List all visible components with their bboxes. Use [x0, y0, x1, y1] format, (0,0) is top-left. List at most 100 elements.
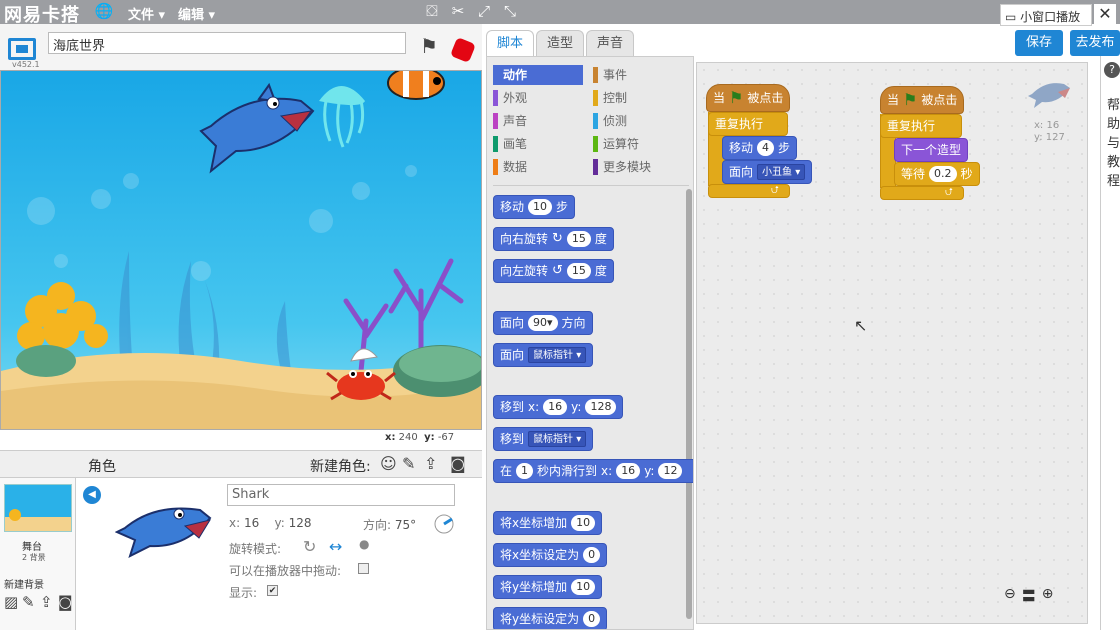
block-goto[interactable]: 移到 鼠标指针 ▾	[493, 427, 594, 451]
backdrop-upload-icon[interactable]: ⇪	[40, 593, 53, 611]
block-point-direction[interactable]: 面向 90▾ 方向	[493, 311, 593, 335]
stage-header: v452.1 海底世界 ⚑	[0, 24, 482, 70]
new-sprite-label: 新建角色:	[310, 459, 371, 475]
rotate-ccw-icon: ↺	[552, 263, 563, 278]
category-swatch	[493, 67, 498, 83]
stop-icon[interactable]	[449, 36, 477, 64]
paint-brush-icon[interactable]: ✎	[402, 454, 415, 473]
stage-canvas[interactable]	[0, 70, 482, 430]
left-right-icon[interactable]: ↔	[329, 537, 342, 556]
category-0[interactable]: 动作	[493, 65, 583, 85]
category-2[interactable]: 外观	[493, 88, 583, 108]
sprite-library-icon[interactable]: ☺	[380, 454, 397, 473]
category-1[interactable]: 事件	[593, 65, 683, 85]
rotate-all-icon[interactable]: ↻	[303, 537, 316, 556]
script1-hat[interactable]: 当 ⚑ 被点击	[706, 84, 791, 112]
back-arrow-icon[interactable]: ◀	[83, 486, 101, 504]
sprites-header: 角色 新建角色: ☺ ✎ ⇪ ◙	[0, 450, 482, 478]
green-flag-icon: ⚑	[729, 88, 744, 107]
category-9[interactable]: 更多模块	[593, 157, 683, 177]
category-label: 侦测	[603, 114, 628, 128]
backdrop-library-icon[interactable]: ▨	[4, 593, 18, 611]
block-move[interactable]: 移动 10 步	[493, 195, 576, 219]
sprite-name-input[interactable]: Shark	[227, 484, 455, 506]
menu-file[interactable]: 文件 ▾	[128, 4, 165, 23]
block-set-y[interactable]: 将y坐标设定为 0	[493, 607, 608, 629]
show-checkbox[interactable]: ✔	[267, 585, 278, 596]
delete-scissors-icon[interactable]: ✂	[448, 2, 468, 20]
category-5[interactable]: 侦测	[593, 111, 683, 131]
script2-next-costume[interactable]: 下一个造型	[894, 138, 969, 162]
script1-move[interactable]: 移动 4 步	[722, 136, 798, 160]
zoom-out-icon[interactable]: ⊖	[1004, 586, 1016, 606]
grow-icon[interactable]: ⤢	[474, 2, 494, 20]
category-swatch	[593, 136, 598, 152]
category-6[interactable]: 画笔	[493, 134, 583, 154]
tab-scripts[interactable]: 脚本	[486, 30, 534, 56]
zoom-in-icon[interactable]: ⊕	[1042, 586, 1054, 606]
draggable-checkbox[interactable]	[358, 563, 369, 574]
script2-forever[interactable]: 重复执行	[880, 114, 962, 138]
script2-forever-end: ⮍	[880, 186, 964, 200]
help-icon[interactable]: ?	[1104, 62, 1120, 78]
category-3[interactable]: 控制	[593, 88, 683, 108]
green-flag-icon[interactable]: ⚑	[420, 34, 438, 58]
mouse-cursor-icon: ↖	[854, 316, 868, 335]
block-set-x[interactable]: 将x坐标设定为 0	[493, 543, 608, 567]
category-4[interactable]: 声音	[493, 111, 583, 131]
menu-edit[interactable]: 编辑 ▾	[178, 4, 215, 23]
block-change-y[interactable]: 将y坐标增加 10	[493, 575, 603, 599]
block-point-towards[interactable]: 面向 鼠标指针 ▾	[493, 343, 594, 367]
script1-point-towards[interactable]: 面向 小丑鱼 ▾	[722, 160, 813, 184]
block-goto-xy[interactable]: 移到 x: 16 y: 128	[493, 395, 624, 419]
script2-wait[interactable]: 等待 0.2 秒	[894, 162, 980, 186]
category-swatch	[493, 136, 498, 152]
camera-icon[interactable]: ◙	[450, 454, 466, 473]
category-7[interactable]: 运算符	[593, 134, 683, 154]
category-label: 画笔	[503, 137, 528, 151]
block-turn-right[interactable]: 向右旋转 ↻ 15 度	[493, 227, 614, 251]
tab-sounds[interactable]: 声音	[586, 30, 634, 56]
mini-window-icon: ▭	[1005, 10, 1017, 24]
stage-pane[interactable]: 舞台 2 背景 新建背景 ▨ ✎ ⇪ ◙	[0, 478, 76, 630]
backdrop-paint-icon[interactable]: ✎	[22, 593, 35, 611]
mini-window-button[interactable]: ▭ 小窗口播放	[1000, 4, 1092, 26]
project-title-input[interactable]: 海底世界	[48, 32, 406, 54]
direction-dial[interactable]	[433, 513, 455, 535]
tab-costumes[interactable]: 造型	[536, 30, 584, 56]
rotate-cw-icon: ↻	[552, 231, 563, 246]
shrink-icon[interactable]: ⤡	[500, 2, 520, 20]
help-panel[interactable]: ? 帮助与教程	[1100, 56, 1120, 630]
green-flag-icon-2: ⚑	[903, 90, 918, 109]
duplicate-stamp-icon[interactable]: ⛋	[422, 2, 442, 20]
clownfish-sprite	[387, 71, 445, 100]
category-swatch	[493, 159, 498, 175]
stage-name: 舞台	[22, 542, 42, 553]
zoom-reset-icon[interactable]: 〓	[1022, 586, 1036, 606]
script2-hat[interactable]: 当 ⚑ 被点击	[880, 86, 965, 114]
backdrop-camera-icon[interactable]: ◙	[58, 593, 73, 611]
category-label: 声音	[503, 114, 528, 128]
palette-scrollbar[interactable]	[686, 189, 692, 619]
category-swatch	[593, 113, 598, 129]
category-label: 动作	[503, 68, 528, 82]
upload-icon[interactable]: ⇪	[424, 454, 437, 473]
category-swatch	[593, 159, 598, 175]
block-change-x[interactable]: 将x坐标增加 10	[493, 511, 603, 535]
sprite-coords: x: 16 y: 127	[1034, 120, 1065, 143]
block-turn-left[interactable]: 向左旋转 ↺ 15 度	[493, 259, 614, 283]
category-8[interactable]: 数据	[493, 157, 583, 177]
category-swatch	[493, 90, 498, 106]
save-button[interactable]: 保存	[1015, 30, 1063, 56]
publish-button[interactable]: 去发布	[1070, 30, 1120, 56]
mouse-coords: x: 240 y: -67	[385, 432, 455, 443]
globe-icon[interactable]: 🌐	[94, 2, 114, 20]
loop-arrow-icon: ⮍	[771, 185, 780, 196]
close-button[interactable]: ✕	[1094, 4, 1116, 26]
no-rotate-icon[interactable]: ●	[359, 537, 369, 551]
script1-forever[interactable]: 重复执行	[708, 112, 788, 136]
stage-thumbnail[interactable]	[4, 484, 72, 532]
version-label: v452.1	[12, 60, 40, 69]
block-glide[interactable]: 在 1 秒内滑行到 x: 16 y: 12	[493, 459, 693, 483]
fullscreen-icon[interactable]	[8, 38, 36, 60]
